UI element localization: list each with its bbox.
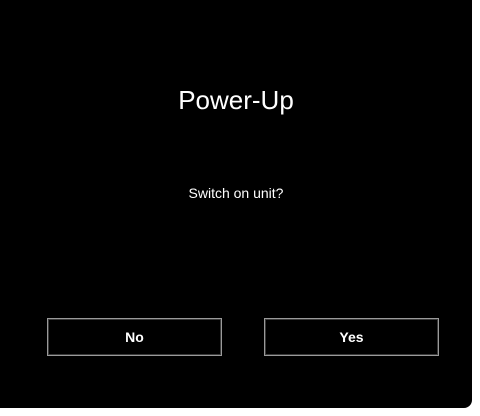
dialog-message: Switch on unit? [188,185,284,201]
no-button[interactable]: No [47,318,222,356]
dialog-title: Power-Up [178,85,294,115]
power-up-dialog: Power-Up Switch on unit? No Yes [0,0,472,408]
yes-button[interactable]: Yes [264,318,439,356]
